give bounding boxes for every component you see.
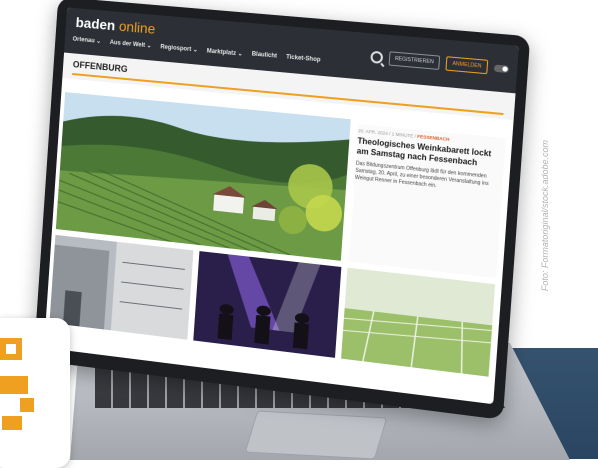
concert-photo <box>192 251 342 358</box>
laptop-screen-bezel: baden online Ortenau ⌄ Aus der Welt ⌄ Re… <box>33 0 531 420</box>
building-photo <box>49 234 194 340</box>
qr-module <box>2 416 22 430</box>
nav-item-ortenau[interactable]: Ortenau ⌄ <box>72 36 101 45</box>
website-screen: baden online Ortenau ⌄ Aus der Welt ⌄ Re… <box>43 7 519 405</box>
site-logo[interactable]: baden online <box>75 14 156 37</box>
nav-item-marktplatz[interactable]: Marktplatz ⌄ <box>207 47 243 57</box>
thumbnail-concert[interactable] <box>192 251 342 358</box>
photo-credit-text: Foto: Formatoriginal/stock.adobe.com <box>540 140 550 292</box>
nav-item-regiosport[interactable]: Regiosport ⌄ <box>160 43 198 53</box>
qr-module <box>20 398 34 412</box>
featured-article[interactable]: 20. APR. 2024 / 1 MINUTE / FESSENBACH Th… <box>348 124 506 279</box>
article-tag[interactable]: FESSENBACH <box>417 134 450 142</box>
vineyard-photo <box>55 92 351 261</box>
qr-finder-pattern <box>0 338 22 360</box>
logo-text-baden: baden <box>75 14 116 34</box>
trackpad <box>244 410 388 460</box>
nav-item-aus-der-welt[interactable]: Aus der Welt ⌄ <box>110 39 152 50</box>
login-button[interactable]: ANMELDEN <box>445 56 489 75</box>
nav-item-ticket-shop[interactable]: Ticket-Shop <box>286 54 321 64</box>
logo-text-online: online <box>118 17 156 37</box>
hero-image-vineyard[interactable] <box>55 92 351 261</box>
dark-mode-toggle[interactable] <box>493 63 510 73</box>
thumbnail-greenhouse[interactable] <box>341 267 496 377</box>
laptop: baden online Ortenau ⌄ Aus der Welt ⌄ Re… <box>0 0 598 460</box>
greenhouse-photo <box>341 267 496 377</box>
qr-module <box>0 376 28 394</box>
qr-code-card[interactable] <box>0 318 70 468</box>
nav-item-blaulicht[interactable]: Blaulicht <box>251 51 277 60</box>
search-icon[interactable] <box>369 50 384 64</box>
header-actions: REGISTRIEREN ANMELDEN <box>369 50 510 76</box>
thumbnail-building[interactable] <box>49 234 194 340</box>
register-button[interactable]: REGISTRIEREN <box>388 51 441 71</box>
